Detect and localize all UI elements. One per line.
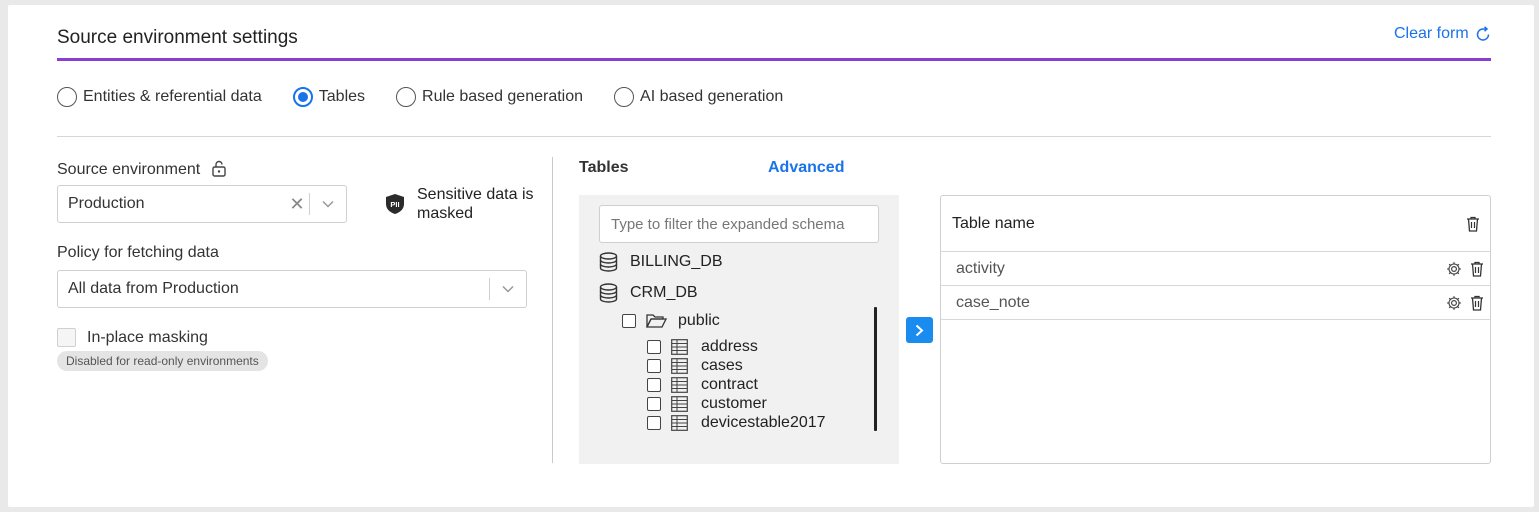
folder-open-icon [646,313,667,329]
source-env-label: Source environment [57,159,227,179]
db-item-crm[interactable]: CRM_DB [599,283,698,303]
schema-filter-input[interactable] [599,205,879,243]
table-checkbox[interactable] [647,416,661,430]
table-grid-icon [671,415,688,431]
settings-card: Source environment settings Clear form E… [8,5,1534,507]
tables-label: Tables [579,159,629,176]
table-checkbox[interactable] [647,340,661,354]
pii-line1: Sensitive data is [417,186,534,203]
schema-checkbox[interactable] [622,314,636,328]
table-header: Table name [941,196,1490,252]
source-env-label-text: Source environment [57,161,201,178]
radio-rule-based-label: Rule based generation [422,88,584,105]
reset-icon [1475,26,1491,42]
clear-selection-icon[interactable]: ✕ [285,194,309,215]
chevron-down-icon[interactable] [310,200,346,208]
radio-ai-based-label: AI based generation [640,88,784,105]
column-header-table-name: Table name [952,214,1035,232]
selected-table-name: activity [956,259,1005,277]
table-name: devicestable2017 [701,414,826,431]
row-actions [1446,261,1484,277]
schema-item-public[interactable]: public [622,312,720,330]
mode-radio-group: Entities & referential data Tables Rule … [57,87,814,107]
chevron-right-icon [915,324,924,337]
table-item[interactable]: cases [647,357,743,375]
gear-icon[interactable] [1446,261,1462,277]
radio-circle-selected[interactable] [292,87,313,107]
database-icon [599,252,618,272]
delete-all-icon[interactable] [1466,216,1480,232]
radio-circle[interactable] [614,87,635,107]
sensitive-data-notice: PII Sensitive data is masked [385,185,534,223]
radio-rule-based[interactable]: Rule based generation [396,87,583,107]
radio-entities-label: Entities & referential data [83,88,262,105]
inplace-masking-row: In-place masking [57,328,208,347]
tree-scrollbar[interactable] [874,307,877,431]
table-grid-icon [671,358,688,374]
selected-table-name: case_note [956,293,1030,311]
policy-label: Policy for fetching data [57,244,219,261]
page-title: Source environment settings [57,27,298,48]
chevron-down-icon[interactable] [490,285,526,293]
pii-line2: masked [417,205,474,222]
pii-shield-icon: PII [386,194,404,214]
db-name: CRM_DB [630,284,698,301]
lock-icon [211,159,227,177]
policy-select[interactable]: All data from Production [57,270,527,308]
column-divider [552,157,553,463]
table-name: address [701,338,758,355]
table-item[interactable]: contract [647,376,758,394]
schema-name: public [678,312,720,329]
table-checkbox[interactable] [647,359,661,373]
section-divider [57,136,1491,137]
table-item[interactable]: address [647,338,758,356]
radio-tables[interactable]: Tables [292,87,366,107]
table-item[interactable]: customer [647,395,767,413]
pii-icon-text: PII [390,200,399,209]
db-item-billing[interactable]: BILLING_DB [599,252,722,272]
delete-icon[interactable] [1470,261,1484,277]
database-icon [599,283,618,303]
table-item[interactable]: devicestable2017 [647,414,826,432]
schema-tree-panel: BILLING_DB CRM_DB public address [579,195,899,464]
radio-entities[interactable]: Entities & referential data [57,87,262,107]
table-name: contract [701,376,758,393]
table-grid-icon [671,396,688,412]
row-actions [1446,295,1484,311]
inplace-masking-label: In-place masking [87,328,208,346]
table-grid-icon [671,339,688,355]
source-env-select[interactable]: Production ✕ [57,185,347,223]
table-row: case_note [941,286,1490,320]
gear-icon[interactable] [1446,295,1462,311]
delete-icon[interactable] [1470,295,1484,311]
radio-circle[interactable] [57,87,77,107]
table-name: customer [701,395,767,412]
advanced-link[interactable]: Advanced [768,159,844,177]
radio-ai-based[interactable]: AI based generation [614,87,783,107]
clear-form-button[interactable]: Clear form [1394,25,1491,43]
radio-tables-label: Tables [318,88,366,105]
table-checkbox[interactable] [647,378,661,392]
policy-value: All data from Production [68,280,239,297]
source-env-value: Production [68,195,145,212]
selected-tables-table: Table name activity case_note [940,195,1491,464]
disabled-badge: Disabled for read-only environments [57,351,268,371]
table-checkbox[interactable] [647,397,661,411]
add-tables-button[interactable] [906,317,933,343]
db-name: BILLING_DB [630,253,723,270]
inplace-masking-checkbox[interactable] [57,328,76,347]
table-grid-icon [671,377,688,393]
table-name: cases [701,357,743,374]
clear-form-label: Clear form [1394,25,1469,42]
sensitive-data-text: Sensitive data is masked [417,185,534,223]
radio-circle[interactable] [396,87,417,107]
table-row: activity [941,252,1490,286]
header-divider [57,58,1491,61]
